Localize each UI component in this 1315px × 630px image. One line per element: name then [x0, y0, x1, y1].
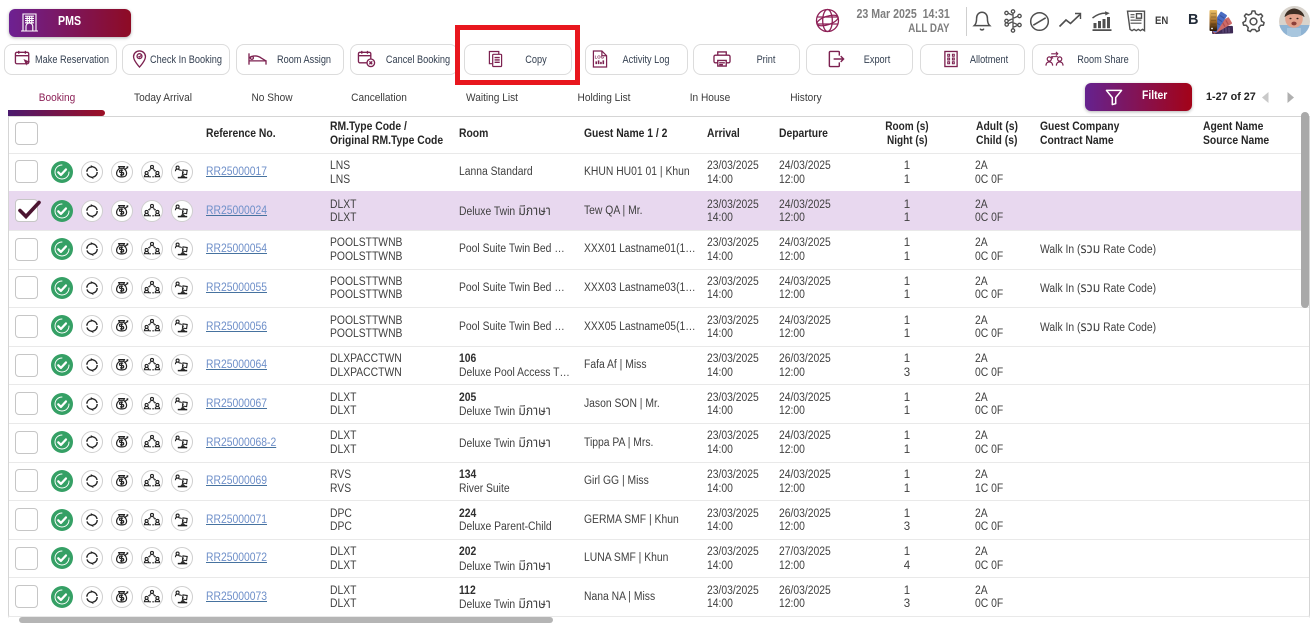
- svg-text:LOG: LOG: [595, 55, 605, 60]
